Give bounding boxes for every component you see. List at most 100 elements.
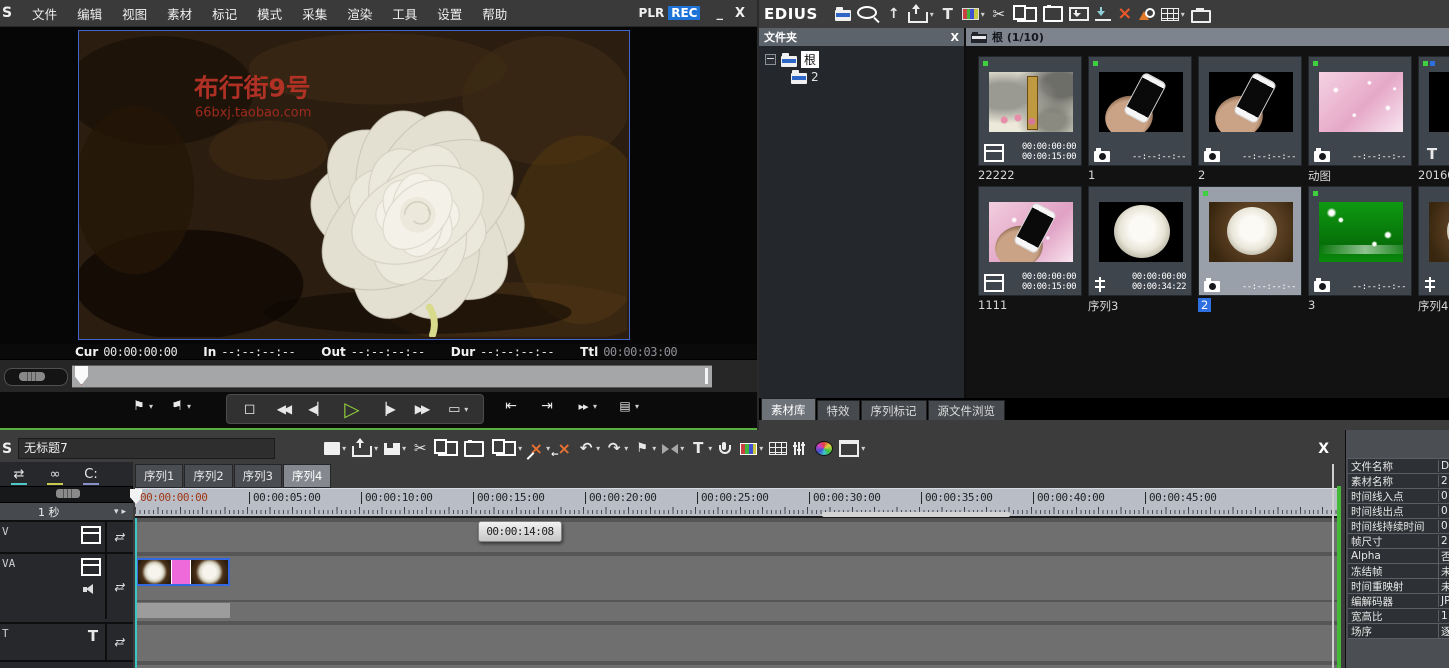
bin-toolbar-button[interactable]: ✂ (991, 6, 1007, 22)
menu-item[interactable]: 工具 (392, 4, 417, 23)
transport-button[interactable]: ▶▶ (413, 401, 430, 417)
transport-button[interactable]: ⚑ (131, 398, 153, 414)
timeline-toolbar-button[interactable] (384, 442, 406, 455)
transport-button[interactable]: ⇥ (539, 398, 555, 414)
menu-item[interactable]: 标记 (212, 4, 237, 23)
menu-item[interactable]: 模式 (257, 4, 282, 23)
clip-mixer-bar[interactable] (136, 603, 230, 618)
timeline-zoom-slider[interactable] (0, 486, 133, 503)
mode-button[interactable]: ∞ (47, 466, 63, 485)
bin-clip[interactable]: --:--:--:-- 3 (1308, 186, 1412, 314)
collapse-icon[interactable] (765, 54, 776, 65)
transport-button[interactable]: ◻ (242, 401, 258, 417)
root-folder-label[interactable]: 根 (801, 51, 820, 68)
bin-toolbar-button[interactable] (1160, 7, 1185, 21)
bin-tab[interactable]: 特效 (816, 400, 860, 420)
timeline-toolbar-button[interactable] (490, 439, 522, 456)
close-button[interactable]: X (735, 6, 745, 21)
track-header-v[interactable]: V ⇄ (0, 520, 133, 552)
folder-tree-child[interactable]: 2 (765, 68, 964, 85)
child-folder-label[interactable]: 2 (811, 70, 819, 84)
bin-tab[interactable]: 序列标记 (860, 400, 927, 420)
timeline-toolbar-button[interactable] (740, 441, 763, 457)
menu-item[interactable]: 设置 (437, 4, 462, 23)
timeline-toolbar-button[interactable] (839, 440, 865, 457)
timeline-toolbar-button[interactable] (718, 441, 734, 456)
bin-toolbar-button[interactable] (1138, 8, 1155, 20)
menu-item[interactable]: 视图 (122, 4, 147, 23)
timeline-track-area[interactable]: 00:00:14:08 (135, 518, 1337, 668)
sequence-tab[interactable]: 序列3 (233, 464, 282, 488)
track-lane-t[interactable] (135, 625, 1337, 661)
timeline-toolbar-button[interactable]: ⚑ (634, 441, 656, 457)
transport-button[interactable]: ▤ (617, 398, 639, 414)
time-scale-selector[interactable]: 1 秒 ▾▸ (0, 503, 133, 520)
rec-mode-button[interactable]: REC (668, 6, 701, 20)
timeline-toolbar-button[interactable]: × (551, 440, 572, 460)
timeline-toolbar-button[interactable]: T (690, 441, 712, 457)
timeline-clip[interactable] (136, 558, 230, 586)
sequence-tab[interactable]: 序列1 (135, 464, 184, 488)
mode-button[interactable]: C: (83, 466, 99, 485)
sequence-tab[interactable]: 序列2 (184, 464, 233, 488)
menu-item[interactable]: 渲染 (347, 4, 372, 23)
bin-toolbar-button[interactable] (1094, 7, 1111, 21)
timeline-toolbar-button[interactable]: ✂ (412, 441, 428, 457)
bin-clip[interactable]: --:--:--:-- 2 (1198, 186, 1302, 314)
track-lane-v[interactable] (135, 522, 1337, 552)
menu-item[interactable]: 采集 (302, 4, 327, 23)
menu-item[interactable]: 素材 (167, 4, 192, 23)
timeline-toolbar-button[interactable]: × (528, 440, 550, 457)
bin-clip[interactable]: T 20160 (1418, 56, 1449, 184)
track-patch-column[interactable]: ⇄ (105, 554, 133, 619)
bin-clip[interactable]: --:--:--:-- 2 (1198, 56, 1302, 184)
bin-clip[interactable]: --:--:--:-- 动图 (1308, 56, 1412, 184)
folder-tree-root[interactable]: 根 (765, 51, 964, 68)
transport-button[interactable]: ◀▏ (308, 401, 326, 417)
position-bar[interactable] (72, 365, 712, 388)
timeline-toolbar-button[interactable] (815, 441, 834, 456)
menu-item[interactable]: 帮助 (482, 4, 507, 23)
audio-track-icon[interactable] (83, 584, 99, 595)
bin-toolbar-button[interactable]: T (940, 6, 956, 22)
timeline-toolbar-button[interactable]: ↶ (578, 441, 600, 457)
timeline-close-icon[interactable]: X (1318, 441, 1329, 457)
bin-toolbar-button[interactable]: ↑ (886, 6, 902, 22)
menu-item[interactable]: 编辑 (77, 4, 102, 23)
timeline-toolbar-button[interactable] (324, 442, 346, 455)
transport-button[interactable]: ⇤ (503, 398, 519, 414)
bin-toolbar-button[interactable] (834, 7, 851, 21)
menu-item[interactable]: 文件 (32, 4, 57, 23)
bin-toolbar-button[interactable] (961, 6, 985, 22)
timeline-toolbar-button[interactable] (464, 439, 485, 457)
playhead-marker[interactable] (75, 366, 88, 385)
timeline-toolbar-button[interactable] (434, 439, 459, 456)
folder-panel-close-icon[interactable]: X (951, 31, 959, 44)
timeline-toolbar-button[interactable] (793, 441, 809, 456)
transport-button[interactable]: ◀◀ (275, 401, 292, 417)
shuttle-thumb[interactable] (19, 372, 45, 381)
timeline-toolbar-button[interactable] (769, 442, 788, 455)
shuttle-slider[interactable] (4, 368, 68, 386)
bin-tab[interactable]: 素材库 (761, 398, 816, 420)
title-track-icon[interactable]: T (85, 628, 101, 644)
sequence-tab[interactable]: 序列4 (282, 464, 332, 488)
track-patch-column[interactable]: ⇄ (105, 522, 133, 552)
timeline-ruler[interactable]: 00:00:00:00 00:00:05:00 00:00:10:00 00:00:1… (130, 488, 1337, 518)
bin-toolbar-button[interactable] (907, 3, 934, 23)
transport-button[interactable]: ▸▸ (575, 398, 597, 414)
bin-toolbar-button[interactable] (1012, 4, 1037, 22)
bin-clip[interactable]: 00:00:00:00 00:00:15:00 1111 (978, 186, 1082, 314)
track-patch-column[interactable]: ⇄ (105, 624, 133, 660)
transport-button[interactable]: ▕▶ (377, 401, 395, 417)
track-header-va[interactable]: VA ⇄ (0, 552, 133, 619)
timeline-toolbar-button[interactable] (662, 443, 684, 454)
plr-mode-button[interactable]: PLR (639, 6, 665, 20)
mode-button[interactable]: ⇄ (11, 466, 27, 485)
timeline-scrollbar-thumb[interactable] (822, 512, 1010, 517)
bin-toolbar-button[interactable] (1068, 7, 1089, 21)
track-lane-va-mixer[interactable] (135, 602, 1337, 621)
minimize-button[interactable]: _ (716, 6, 723, 21)
transport-button[interactable]: ▷ (344, 399, 360, 419)
track-lane-va[interactable] (135, 556, 1337, 600)
